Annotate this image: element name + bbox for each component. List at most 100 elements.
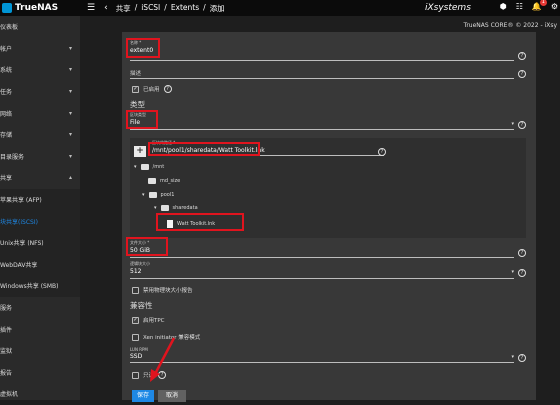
sidebar-item-directory-services[interactable]: 目录服务 ▾ (0, 146, 80, 168)
extent-type-underline (130, 129, 514, 130)
hamburger-icon[interactable]: ☰ (87, 3, 95, 13)
disable-physical-checkbox[interactable] (132, 286, 139, 294)
brand[interactable]: TrueNAS (0, 3, 78, 13)
extent-type-label: 区块类型 (130, 112, 146, 117)
enabled-checkbox[interactable]: ✓ (132, 85, 139, 93)
disable-physical-row[interactable]: 禁用物理块大小报告 (132, 286, 193, 294)
expand-icon[interactable]: ▾ (154, 205, 157, 211)
breadcrumb-item[interactable]: iSCSI (141, 3, 160, 14)
sidebar-item-label: 插件 (0, 326, 13, 334)
extent-type-value: File (130, 119, 141, 126)
name-underline (130, 60, 514, 61)
breadcrumb-item: 添加 (209, 3, 225, 13)
sidebar-item-services[interactable]: 服务 (0, 297, 80, 319)
sidebar: 仪表板 帐户 ▾ 系统 ▾ 任务 ▾ 网络 ▾ 存储 ▾ 目录服务 ▾ 共享 ▴ 苹果共享 (… (0, 16, 80, 400)
help-icon[interactable]: ? (518, 249, 526, 257)
sidebar-item-accounts[interactable]: 帐户 ▾ (0, 38, 80, 60)
enabled-checkbox-row[interactable]: ✓ 已启用 ? (132, 85, 172, 93)
logical-block-label: 逻辑块大小 (130, 261, 150, 266)
chevron-down-icon: ▾ (68, 109, 72, 117)
file-size-label: 文件大小 * (130, 240, 150, 245)
breadcrumb-item[interactable]: Extents (171, 3, 199, 14)
sidebar-item-label: 任务 (0, 89, 13, 97)
breadcrumb-item[interactable]: 共享 (116, 3, 131, 14)
help-icon[interactable]: ? (518, 269, 526, 277)
chevron-down-icon: ▾ (68, 88, 72, 96)
file-size-input[interactable]: 50 GiB (130, 247, 526, 254)
lun-rpm-select[interactable]: LUN RPM SSD ▾ ? (130, 347, 526, 363)
version-text: TrueNAS CORE® © 2022 - iXsy (463, 22, 557, 29)
sidebar-item-label: 虚拟机 (0, 391, 19, 399)
sidebar-item-smb[interactable]: Windows共享 (SMB) (0, 275, 80, 297)
add-folder-icon[interactable]: + (134, 146, 146, 157)
sidebar-item-label: 苹果共享 (AFP) (0, 197, 42, 205)
file-size-field[interactable]: 文件大小 * 50 GiB ? (130, 240, 526, 258)
save-button[interactable]: 保存 (132, 390, 154, 402)
highlight-box (156, 213, 244, 231)
chevron-left-icon[interactable]: ‹ (104, 3, 108, 13)
notifications-icon[interactable]: 🔔 1 (532, 0, 547, 11)
lun-rpm-underline (130, 362, 514, 363)
sidebar-item-label: Unix共享 (NFS) (0, 240, 44, 248)
sidebar-item-system[interactable]: 系统 ▾ (0, 59, 80, 81)
highlight-box (126, 38, 160, 58)
sidebar-item-sharing[interactable]: 共享 ▴ (0, 167, 80, 189)
annotation-arrow-icon (150, 337, 176, 382)
xen-checkbox[interactable] (132, 333, 139, 341)
name-input[interactable]: extent0 (130, 47, 526, 54)
folder-icon (148, 178, 156, 184)
cancel-button[interactable]: 取消 (158, 390, 186, 402)
sidebar-item-label: Windows共享 (SMB) (0, 283, 59, 291)
dropdown-caret-icon[interactable]: ▾ (511, 121, 514, 127)
sidebar-item-label: 帐户 (0, 45, 13, 53)
truenas-logo-icon (2, 3, 12, 13)
notification-count: 1 (539, 0, 547, 6)
sidebar-item-webdav[interactable]: WebDAV共享 (0, 253, 80, 276)
name-field[interactable]: 名称 * extent0 ? (130, 40, 526, 61)
tpc-checkbox[interactable]: ✓ (132, 316, 139, 324)
folder-icon (160, 205, 169, 211)
tasks-icon[interactable]: ☷ (516, 2, 523, 11)
dropdown-caret-icon[interactable]: ▾ (511, 354, 514, 360)
logical-block-select[interactable]: 逻辑块大小 512 ▾ ? (130, 261, 526, 279)
tree-node-sharedata[interactable]: ▾ sharedata (154, 205, 198, 211)
extent-form-panel: 名称 * extent0 ? 描述 ? ✓ 已启用 ? 类型 区块类型 File… (122, 32, 536, 402)
sidebar-item-dashboard[interactable]: 仪表板 (0, 16, 80, 38)
expand-icon[interactable]: ▾ (134, 164, 137, 170)
tpc-row[interactable]: ✓ 启用TPC (132, 316, 165, 324)
help-icon[interactable]: ? (518, 52, 526, 60)
help-icon[interactable]: ? (163, 85, 172, 93)
dropdown-caret-icon[interactable]: ▾ (511, 269, 514, 275)
description-field[interactable]: 描述 ? (130, 68, 526, 79)
help-icon[interactable]: ? (378, 148, 386, 156)
sidebar-item-storage[interactable]: 存储 ▾ (0, 124, 80, 146)
sidebar-item-reporting[interactable]: 报告 (0, 362, 80, 384)
help-icon[interactable]: ? (518, 354, 526, 362)
tree-node-pool1[interactable]: ▾ pool1 (142, 192, 174, 198)
sidebar-item-network[interactable]: 网络 ▾ (0, 102, 80, 124)
sidebar-item-tasks[interactable]: 任务 ▾ (0, 81, 80, 103)
sidebar-item-vms[interactable]: 虚拟机 (0, 383, 80, 405)
tree-node-md-size[interactable]: md_size (148, 178, 180, 184)
extent-type-select[interactable]: 区块类型 File ▾ ? (130, 112, 526, 130)
readonly-checkbox[interactable] (132, 371, 139, 379)
truecommand-icon[interactable]: ⬢ (500, 2, 507, 11)
sidebar-item-afp[interactable]: 苹果共享 (AFP) (0, 188, 80, 211)
chevron-down-icon: ▾ (68, 44, 72, 52)
tree-node-label: pool1 (160, 192, 175, 198)
sidebar-item-nfs[interactable]: Unix共享 (NFS) (0, 231, 80, 254)
lun-rpm-value: SSD (130, 353, 143, 360)
settings-gear-icon[interactable]: ⚙ (551, 2, 558, 11)
expand-icon[interactable]: ▾ (142, 192, 145, 198)
sidebar-item-plugins[interactable]: 插件 (0, 318, 80, 340)
breadcrumb-sep: / (164, 2, 167, 12)
help-icon[interactable]: ? (518, 121, 526, 129)
tree-node-mnt[interactable]: ▾ /mnt (134, 164, 164, 170)
help-icon[interactable]: ? (518, 70, 526, 78)
enabled-label: 已启用 (143, 87, 160, 93)
name-label: 名称 * (130, 40, 142, 45)
disable-physical-label: 禁用物理块大小报告 (143, 288, 193, 294)
sidebar-item-jails[interactable]: 监狱 (0, 340, 80, 362)
sidebar-item-label: 仪表板 (0, 24, 19, 32)
sidebar-item-iscsi[interactable]: 块共享(iSCSI) (0, 210, 80, 232)
